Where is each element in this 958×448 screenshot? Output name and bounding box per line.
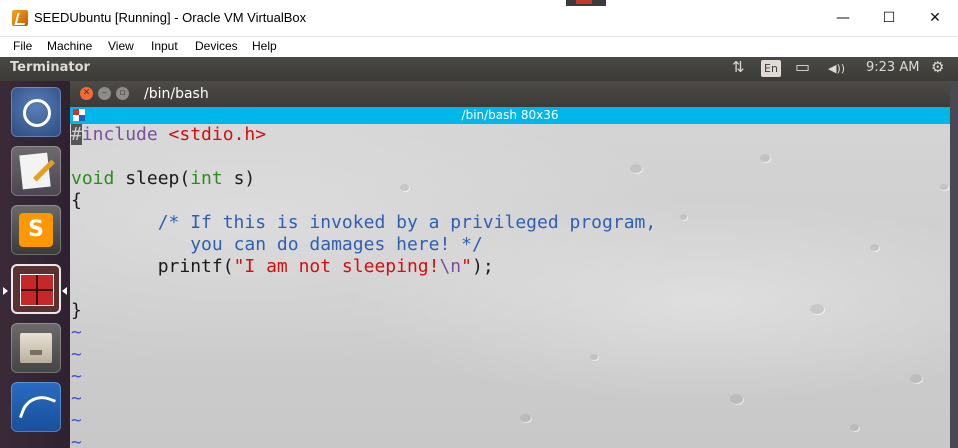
- menu-devices[interactable]: Devices: [195, 39, 238, 53]
- code-line: /* If this is invoked by a privileged pr…: [71, 212, 657, 234]
- background-droplet: [850, 424, 859, 431]
- maximize-button[interactable]: ☐: [866, 0, 912, 36]
- code-token: void: [71, 168, 115, 189]
- terminal-header-title: /bin/bash 80x36: [461, 108, 559, 122]
- code-line: }: [71, 300, 656, 322]
- menu-machine[interactable]: Machine: [47, 39, 92, 53]
- launcher-terminator[interactable]: [11, 264, 61, 314]
- text-cursor: #: [71, 124, 82, 145]
- launcher-file-manager[interactable]: [11, 323, 61, 373]
- code-token: ~: [71, 432, 82, 448]
- code-token: ~: [71, 344, 82, 365]
- settings-gear-icon[interactable]: ⚙: [931, 58, 944, 76]
- code-token: printf(: [71, 256, 234, 277]
- group-menu-icon[interactable]: [73, 109, 85, 121]
- background-droplet: [870, 244, 879, 251]
- sublime-text-icon: S: [19, 213, 53, 247]
- code-token: you can do damages here! */: [190, 234, 483, 255]
- background-droplet: [810, 304, 824, 314]
- menu-help[interactable]: Help: [252, 39, 277, 53]
- clock[interactable]: 9:23 AM: [866, 60, 919, 75]
- wireshark-fin-icon: [18, 389, 57, 428]
- vim-buffer[interactable]: #include <stdio.h> void sleep(int s){ /*…: [71, 124, 656, 448]
- code-token: s): [222, 168, 256, 189]
- code-line: ~: [71, 388, 656, 410]
- code-token: ": [461, 256, 472, 277]
- code-line: ~: [71, 432, 656, 448]
- active-app-left-arrow-icon: [3, 287, 8, 295]
- code-token: int: [190, 168, 223, 189]
- window-close-button[interactable]: ✕: [80, 87, 93, 100]
- terminator-titlebar[interactable]: ✕ – ▫ /bin/bash: [70, 81, 950, 107]
- terminal-header: /bin/bash 80x36: [70, 107, 950, 124]
- code-token: "I am not sleeping!: [233, 256, 440, 277]
- code-line: {: [71, 190, 656, 212]
- window-minimize-button[interactable]: –: [98, 87, 111, 100]
- virtualbox-icon: [12, 10, 28, 26]
- terminal-window-title: /bin/bash: [144, 86, 209, 102]
- code-line: void sleep(int s): [71, 168, 656, 190]
- code-token: /* If this is invoked by a privileged pr…: [157, 212, 657, 233]
- code-token: \n: [439, 256, 462, 277]
- volume-icon[interactable]: ◀)): [828, 62, 845, 75]
- close-button[interactable]: ✕: [912, 0, 958, 36]
- terminator-icon: [20, 274, 54, 306]
- code-line: printf("I am not sleeping!\n");: [71, 256, 656, 278]
- code-line: ~: [71, 344, 656, 366]
- launcher-ubuntu-dash[interactable]: [11, 87, 61, 137]
- desktop-edge: [950, 81, 958, 448]
- background-droplet: [730, 394, 743, 404]
- code-line: ~: [71, 410, 656, 432]
- ubuntu-top-panel: Terminator ⇅ En ▭ ◀)) 9:23 AM ⚙: [0, 57, 958, 81]
- window-maximize-button[interactable]: ▫: [116, 87, 129, 100]
- menu-input[interactable]: Input: [151, 39, 178, 53]
- terminal-body[interactable]: #include <stdio.h> void sleep(int s){ /*…: [70, 124, 950, 448]
- active-app-name: Terminator: [10, 60, 90, 75]
- code-token: ~: [71, 388, 82, 409]
- file-cabinet-icon: [20, 333, 52, 363]
- menu-file[interactable]: File: [13, 39, 32, 53]
- menu-view[interactable]: View: [108, 39, 134, 53]
- code-line: ~: [71, 366, 656, 388]
- battery-icon[interactable]: ▭: [795, 57, 810, 76]
- background-droplet: [910, 374, 922, 383]
- network-icon[interactable]: ⇅: [732, 58, 745, 76]
- code-token: ~: [71, 410, 82, 431]
- background-droplet: [760, 154, 770, 162]
- minimize-button[interactable]: —: [820, 0, 866, 36]
- code-token: sleep(: [114, 168, 191, 189]
- code-token: {: [71, 190, 82, 211]
- ubuntu-logo-icon: [23, 99, 51, 127]
- background-droplet: [680, 214, 687, 220]
- code-line: you can do damages here! */: [71, 234, 656, 256]
- launcher-text-editor[interactable]: [11, 146, 61, 196]
- background-droplet: [940, 184, 948, 190]
- code-token: include: [81, 124, 169, 145]
- launcher-sublime-text[interactable]: S: [11, 205, 61, 255]
- host-window-title: SEEDUbuntu [Running] - Oracle VM Virtual…: [34, 10, 307, 25]
- launcher-wireshark[interactable]: [11, 382, 61, 432]
- vbox-menubar: File Machine View Input Devices Help: [0, 37, 958, 57]
- host-window-titlebar: SEEDUbuntu [Running] - Oracle VM Virtual…: [0, 0, 958, 37]
- background-window-thumbnail: [566, 0, 606, 6]
- code-line: ~: [71, 322, 656, 344]
- focused-app-right-arrow-icon: [62, 287, 67, 295]
- unity-launcher: S: [0, 81, 70, 448]
- code-token: ~: [71, 322, 82, 343]
- code-token: );: [472, 256, 494, 277]
- code-token: <stdio.h>: [168, 124, 267, 145]
- code-line: #include <stdio.h>: [71, 124, 656, 146]
- keyboard-layout-indicator[interactable]: En: [761, 60, 781, 77]
- code-token: ~: [71, 366, 82, 387]
- code-token: }: [71, 300, 82, 321]
